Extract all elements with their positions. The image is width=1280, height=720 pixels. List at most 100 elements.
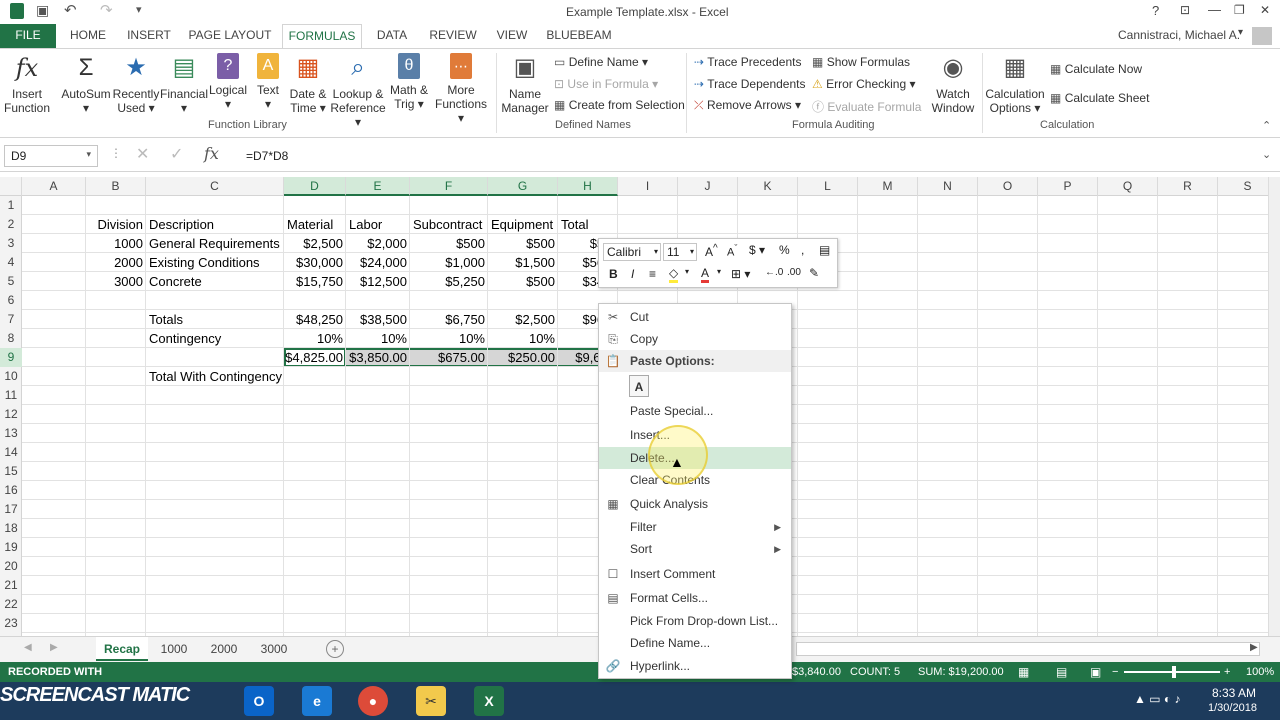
name-manager-button[interactable]: ▣ Name Manager (500, 53, 550, 115)
row-header-18[interactable]: 18 (0, 519, 22, 538)
insert-function-icon[interactable]: fx (204, 144, 219, 163)
cell-d9[interactable]: $4,825.00 (284, 348, 346, 367)
column-header-e[interactable]: E (346, 177, 410, 196)
select-all-corner[interactable] (0, 177, 22, 196)
scroll-right-arrow-icon[interactable]: ▶ (1250, 642, 1258, 653)
cell-f9[interactable]: $675.00 (410, 348, 488, 367)
increase-decimal-icon[interactable]: .00 (787, 267, 801, 278)
cell-c2[interactable]: Description (146, 215, 284, 234)
cell-d7[interactable]: $48,250 (284, 310, 346, 329)
clock-time[interactable]: 8:33 AM (1212, 686, 1256, 700)
paste-keep-text-only-icon[interactable]: A (629, 375, 649, 397)
cell-c3[interactable]: General Requirements (146, 234, 284, 253)
cell-h2[interactable]: Total (558, 215, 618, 234)
cell-g2[interactable]: Equipment (488, 215, 558, 234)
cell-e4[interactable]: $24,000 (346, 253, 410, 272)
column-header-m[interactable]: M (858, 177, 918, 196)
menu-item-filter[interactable]: Filter ▶ (599, 516, 791, 538)
menu-item-define-name[interactable]: Define Name... (599, 632, 791, 654)
decrease-font-icon[interactable]: Aˇ (727, 243, 737, 259)
ribbon-display-icon[interactable]: ⊡ (1180, 3, 1190, 17)
menu-item-sort[interactable]: Sort ▶ (599, 538, 791, 560)
scroll-right-icon[interactable]: ▶ (50, 642, 58, 653)
row-header-14[interactable]: 14 (0, 443, 22, 462)
row-header-22[interactable]: 22 (0, 595, 22, 614)
row-header-21[interactable]: 21 (0, 576, 22, 595)
zoom-slider-thumb[interactable] (1172, 666, 1176, 678)
cell-f2[interactable]: Subcontract (410, 215, 488, 234)
cell-d4[interactable]: $30,000 (284, 253, 346, 272)
format-table-icon[interactable]: ▤ (819, 243, 830, 257)
row-header-2[interactable]: 2 (0, 215, 22, 234)
row-header-19[interactable]: 19 (0, 538, 22, 557)
error-checking-button[interactable]: ⚠ Error Checking ▾ (812, 77, 916, 91)
comma-icon[interactable]: , (801, 243, 804, 257)
horizontal-scrollbar[interactable] (796, 642, 1260, 656)
formula-input[interactable]: =D7*D8 (246, 149, 288, 163)
math-trig-button[interactable]: θ Math & Trig ▾ (388, 53, 430, 111)
cell-c4[interactable]: Existing Conditions (146, 253, 284, 272)
cell-g8[interactable]: 10% (488, 329, 558, 348)
expand-formula-bar-icon[interactable]: ⌄ (1262, 148, 1271, 161)
cell-b5[interactable]: 3000 (86, 272, 146, 291)
save-icon[interactable]: ▣ (36, 2, 49, 19)
tab-file[interactable]: FILE (0, 24, 56, 48)
insert-function-button[interactable]: fx Insert Function (4, 53, 50, 115)
cell-c10[interactable]: Total With Contingency (146, 367, 306, 386)
redo-icon[interactable]: ↷ (100, 1, 113, 19)
column-header-f[interactable]: F (410, 177, 488, 196)
cell-e8[interactable]: 10% (346, 329, 410, 348)
excel-taskbar-icon[interactable]: X (474, 686, 504, 716)
chrome-icon[interactable]: ● (358, 686, 388, 716)
logical-button[interactable]: ? Logical ▾ (208, 53, 248, 111)
increase-font-icon[interactable]: A^ (705, 243, 718, 259)
row-header-23[interactable]: 23 (0, 614, 22, 633)
menu-item-insert-comment[interactable]: ☐ Insert Comment (599, 563, 791, 585)
use-in-formula-button[interactable]: ⊡ Use in Formula ▾ (554, 77, 658, 91)
row-header-6[interactable]: 6 (0, 291, 22, 310)
column-header-o[interactable]: O (978, 177, 1038, 196)
trace-dependents-button[interactable]: ⇢ Trace Dependents (694, 77, 805, 91)
cell-g4[interactable]: $1,500 (488, 253, 558, 272)
snipping-tool-icon[interactable]: ✂ (416, 686, 446, 716)
cell-d5[interactable]: $15,750 (284, 272, 346, 291)
currency-icon[interactable]: $ ▾ (749, 243, 765, 257)
trace-precedents-button[interactable]: ⇢ Trace Precedents (694, 55, 801, 69)
cell-f8[interactable]: 10% (410, 329, 488, 348)
menu-item-paste-keep-text[interactable]: A (599, 372, 791, 400)
menu-item-paste-special[interactable]: Paste Special... (599, 400, 791, 422)
cell-g5[interactable]: $500 (488, 272, 558, 291)
row-header-11[interactable]: 11 (0, 386, 22, 405)
row-header-8[interactable]: 8 (0, 329, 22, 348)
vertical-scrollbar[interactable] (1268, 177, 1280, 636)
cell-f4[interactable]: $1,000 (410, 253, 488, 272)
menu-item-copy[interactable]: ⎘ Copy (599, 328, 791, 350)
format-painter-icon[interactable]: ✎ (809, 266, 819, 280)
tab-bluebeam[interactable]: BLUEBEAM (542, 24, 616, 48)
date-time-button[interactable]: ▦ Date & Time ▾ (286, 53, 330, 115)
user-dropdown-icon[interactable]: ▾ (1238, 27, 1243, 38)
percent-icon[interactable]: % (779, 243, 790, 257)
row-header-7[interactable]: 7 (0, 310, 22, 329)
calculate-sheet-button[interactable]: ▦ Calculate Sheet (1050, 91, 1149, 105)
column-header-a[interactable]: A (22, 177, 86, 196)
column-header-h[interactable]: H (558, 177, 618, 196)
cell-e9[interactable]: $3,850.00 (346, 348, 410, 367)
cell-c8[interactable]: Contingency (146, 329, 284, 348)
normal-view-icon[interactable]: ▦ (1018, 662, 1029, 682)
cancel-icon[interactable]: ✕ (136, 144, 149, 164)
cell-f5[interactable]: $5,250 (410, 272, 488, 291)
tray-icons[interactable]: ▲ ▭ ◐ ♪ (1134, 692, 1180, 706)
row-header-10[interactable]: 10 (0, 367, 22, 386)
sheet-tab-recap[interactable]: Recap (96, 637, 148, 661)
column-header-p[interactable]: P (1038, 177, 1098, 196)
cell-g9[interactable]: $250.00 (488, 348, 558, 367)
tab-insert[interactable]: INSERT (122, 24, 176, 48)
calculation-options-button[interactable]: ▦ Calculation Options ▾ (984, 53, 1046, 115)
column-header-l[interactable]: L (798, 177, 858, 196)
row-header-12[interactable]: 12 (0, 405, 22, 424)
column-header-n[interactable]: N (918, 177, 978, 196)
help-icon[interactable]: ? (1152, 3, 1159, 18)
close-button[interactable]: ✕ (1260, 3, 1270, 17)
recently-used-button[interactable]: ★ Recently Used ▾ (112, 53, 160, 115)
